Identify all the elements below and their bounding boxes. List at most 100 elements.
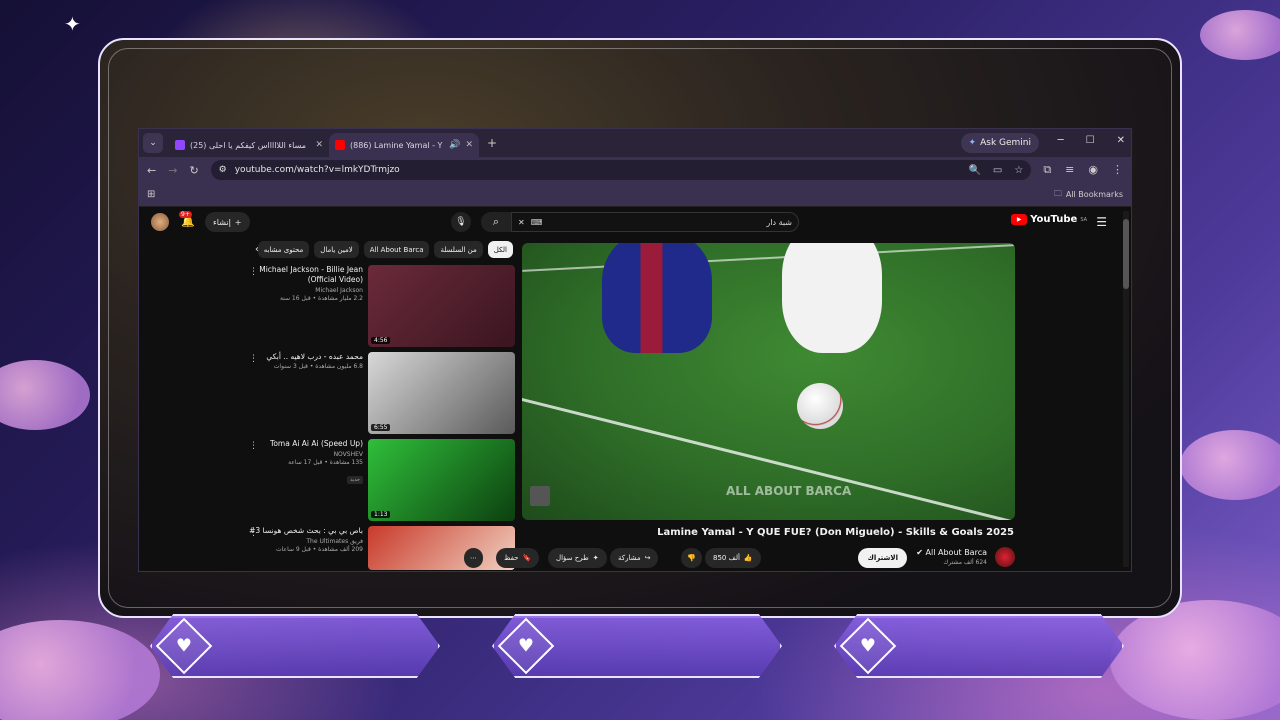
- zoom-icon[interactable]: 🔍: [968, 165, 980, 176]
- more-horizontal-icon: ⋯: [470, 554, 477, 562]
- youtube-play-icon: ▶: [1011, 214, 1028, 225]
- keyboard-icon[interactable]: ⌨: [531, 218, 543, 227]
- video-thumbnail[interactable]: 6:55: [368, 352, 515, 434]
- address-bar[interactable]: ⚙ youtube.com/watch?v=lmkYDTrmjzo 🔍 ▭ ☆: [210, 160, 1032, 180]
- duration-badge: 6:55: [371, 424, 391, 431]
- clear-search-icon[interactable]: ✕: [518, 218, 525, 227]
- close-icon[interactable]: ✕: [465, 140, 473, 150]
- list-item[interactable]: 1:13 Toma Ai Ai Ai (Speed Up) NOVSHEV 13…: [243, 439, 515, 526]
- extensions-icon[interactable]: ⧉: [1043, 163, 1051, 177]
- search-icon: ⌕: [492, 215, 500, 228]
- site-info-icon[interactable]: ⚙: [219, 165, 227, 175]
- channel-name[interactable]: NOVSHEV: [247, 451, 363, 458]
- youtube-logo[interactable]: ▶ YouTube SA: [1011, 214, 1087, 225]
- window-controls: ─ ☐ ✕: [1058, 135, 1125, 146]
- channel-name-main[interactable]: ✔ All About Barca: [916, 548, 987, 557]
- more-actions-button[interactable]: ⋯: [464, 548, 483, 568]
- subscriber-count: 624 ألف مشترك: [943, 559, 987, 566]
- cloud-decoration: [1180, 430, 1280, 500]
- video-thumbnail[interactable]: 4:56: [368, 265, 515, 347]
- channel-avatar[interactable]: [995, 547, 1015, 567]
- create-button[interactable]: إنشاء +: [205, 212, 250, 232]
- share-button[interactable]: مشاركة ↪: [610, 548, 659, 568]
- star-icon[interactable]: ☆: [1014, 165, 1023, 176]
- minimize-icon[interactable]: ─: [1058, 135, 1064, 146]
- player-figure: [602, 243, 712, 353]
- scrollbar-thumb[interactable]: [1123, 219, 1129, 289]
- more-options-icon[interactable]: ⋮: [249, 441, 258, 451]
- video-info: Toma Ai Ai Ai (Speed Up) NOVSHEV 135 مشا…: [247, 439, 363, 485]
- apps-icon[interactable]: ⊞: [147, 189, 155, 200]
- search-button[interactable]: ⌕: [481, 212, 511, 232]
- cast-icon[interactable]: ▭: [993, 165, 1002, 176]
- new-tab-button[interactable]: +: [487, 136, 497, 150]
- pitch-line: [522, 244, 1015, 272]
- chip[interactable]: الكل: [487, 241, 513, 258]
- new-badge: جديد: [347, 476, 363, 484]
- maximize-icon[interactable]: ☐: [1086, 135, 1095, 146]
- browser-toolbar: ← → ↻ ⚙ youtube.com/watch?v=lmkYDTrmjzo …: [139, 157, 1131, 183]
- microphone-icon[interactable]: 🎙: [451, 212, 471, 232]
- video-meta: 135 مشاهدة • قبل 17 ساعة: [288, 459, 363, 466]
- channel-name[interactable]: The Ultimates فريق: [247, 538, 363, 545]
- chevron-down-icon[interactable]: ⌄: [143, 133, 163, 153]
- forward-icon[interactable]: →: [168, 164, 177, 177]
- twitch-icon: [175, 140, 185, 150]
- kebab-menu-icon[interactable]: ⋮: [1112, 163, 1123, 177]
- page-scrollbar[interactable]: [1123, 211, 1129, 567]
- bookmark-icon: 🔖: [522, 554, 532, 562]
- video-thumbnail[interactable]: [368, 526, 515, 570]
- chip[interactable]: من السلسلة: [434, 241, 483, 258]
- speaker-icon[interactable]: 🔊: [449, 140, 460, 150]
- video-actions: ✔ All About Barca 624 ألف مشترك الاشتراك…: [464, 547, 1015, 569]
- channel-name-text: All About Barca: [925, 548, 987, 557]
- video-info: Michael Jackson - Billie Jean (Official …: [247, 265, 363, 302]
- channel-name[interactable]: Michael Jackson: [247, 287, 363, 294]
- media-icon[interactable]: ≡: [1065, 163, 1074, 177]
- chip[interactable]: All About Barca: [363, 241, 430, 258]
- ask-gemini-button[interactable]: ✦ Ask Gemini: [960, 133, 1039, 153]
- video-thumbnail[interactable]: 1:13: [368, 439, 515, 521]
- video-title[interactable]: محمد عبده - درب لاهيه .. أبكي: [247, 352, 363, 362]
- folder-icon: 🗀: [1053, 188, 1062, 198]
- ask-question-button[interactable]: طرح سؤال ✦: [548, 548, 607, 568]
- filter-chips: الكل من السلسلة All About Barca لامين يا…: [257, 241, 513, 259]
- video-title[interactable]: #3 باص بي بي : بحث شخص هونسا: [247, 526, 363, 536]
- plus-icon: +: [234, 217, 242, 227]
- reload-icon[interactable]: ↻: [189, 164, 198, 177]
- youtube-icon: [335, 140, 345, 150]
- chip[interactable]: لامين يامال: [314, 241, 359, 258]
- youtube-header: 🔔 9+ إنشاء + 🎙 ⌕ ✕ ⌨ شبة دار ▶ YouTube S…: [139, 211, 1131, 233]
- close-window-icon[interactable]: ✕: [1117, 135, 1125, 146]
- omnibox-actions: 🔍 ▭ ☆: [968, 165, 1023, 176]
- list-item[interactable]: 6:55 محمد عبده - درب لاهيه .. أبكي 6.8 م…: [243, 352, 515, 439]
- video-title[interactable]: Michael Jackson - Billie Jean (Official …: [247, 265, 363, 285]
- more-options-icon[interactable]: ⋮: [249, 354, 258, 364]
- more-options-icon[interactable]: ⋮: [249, 267, 258, 277]
- search-input[interactable]: ✕ ⌨ شبة دار: [511, 212, 799, 232]
- sparkle-icon: ✦: [968, 138, 977, 148]
- verified-icon: ✔: [916, 548, 923, 557]
- more-options-icon[interactable]: ⋮: [249, 528, 258, 538]
- all-bookmarks-button[interactable]: 🗀 All Bookmarks: [1054, 188, 1123, 202]
- tab-youtube[interactable]: (886) Lamine Yamal - Y QUE 🔊 ✕: [329, 133, 479, 157]
- list-item[interactable]: 4:56 Michael Jackson - Billie Jean (Offi…: [243, 265, 515, 352]
- dislike-button[interactable]: 👎: [681, 548, 702, 568]
- tab-twitch[interactable]: (25) مساء اللاااااس كيفكم يا احلى ✕: [169, 133, 329, 157]
- video-player[interactable]: ALL ABOUT BARCA: [522, 243, 1015, 520]
- thumbs-down-icon: 👎: [687, 554, 696, 562]
- save-label: حفظ: [504, 554, 519, 562]
- save-button[interactable]: حفظ 🔖: [496, 548, 540, 568]
- video-info: #3 باص بي بي : بحث شخص هونسا The Ultimat…: [247, 526, 363, 553]
- profile-icon[interactable]: ◉: [1088, 163, 1098, 177]
- like-button[interactable]: 850 ألف 👍: [705, 548, 761, 568]
- close-icon[interactable]: ✕: [315, 140, 323, 150]
- subscribe-button[interactable]: الاشتراك: [858, 548, 907, 568]
- back-icon[interactable]: ←: [147, 164, 156, 177]
- video-meta: 209 ألف مشاهدة • قبل 9 ساعات: [276, 546, 363, 553]
- video-title[interactable]: Toma Ai Ai Ai (Speed Up): [247, 439, 363, 449]
- ask-label: طرح سؤال: [556, 554, 589, 562]
- chip[interactable]: محتوى مشابه: [257, 241, 310, 258]
- avatar[interactable]: [151, 213, 169, 231]
- hamburger-menu-icon[interactable]: ☰: [1096, 215, 1107, 229]
